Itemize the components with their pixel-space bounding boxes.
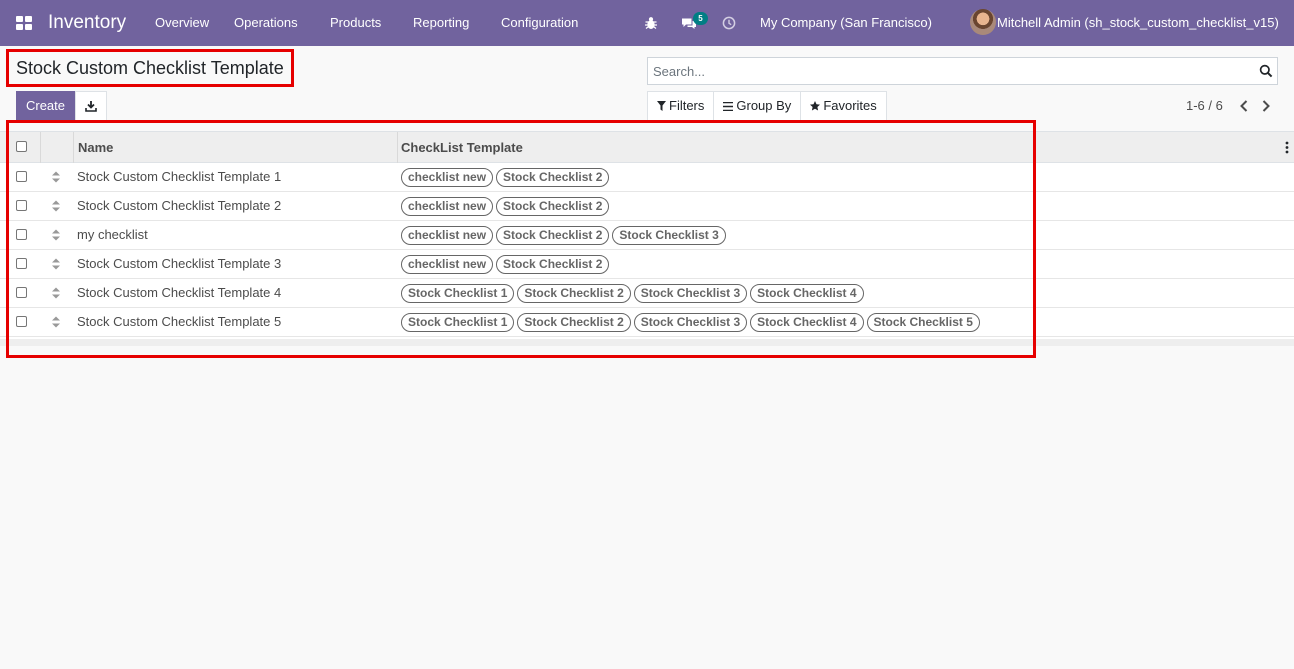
optional-columns-icon[interactable]: [1285, 141, 1289, 154]
star-icon: [810, 101, 821, 111]
favorites-label: Favorites: [823, 98, 877, 113]
export-button[interactable]: [75, 91, 107, 121]
table-highlight-box: [6, 120, 1036, 358]
app-name[interactable]: Inventory: [48, 0, 126, 46]
search-box: [647, 57, 1278, 85]
download-icon: [85, 101, 97, 112]
user-menu[interactable]: Mitchell Admin (sh_stock_custom_checklis…: [997, 0, 1279, 46]
create-button[interactable]: Create: [16, 91, 75, 121]
page-title: Stock Custom Checklist Template: [16, 58, 284, 78]
group-by-button[interactable]: Group By: [713, 92, 800, 120]
top-navbar: Inventory Overview Operations Products R…: [0, 0, 1294, 46]
clock-icon[interactable]: [721, 15, 737, 31]
menu-configuration[interactable]: Configuration: [501, 0, 578, 46]
bug-icon[interactable]: [643, 15, 659, 31]
menu-operations[interactable]: Operations: [234, 0, 298, 46]
chevron-right-icon[interactable]: [1260, 99, 1272, 113]
search-input[interactable]: [653, 58, 1243, 84]
search-icon[interactable]: [1259, 64, 1273, 78]
filter-icon: [657, 101, 666, 111]
menu-reporting[interactable]: Reporting: [413, 0, 469, 46]
filters-label: Filters: [669, 98, 705, 113]
user-avatar[interactable]: [970, 9, 996, 35]
menu-products[interactable]: Products: [330, 0, 381, 46]
messages-count-badge: 5: [693, 12, 708, 25]
company-switcher[interactable]: My Company (San Francisco): [760, 0, 932, 46]
favorites-button[interactable]: Favorites: [800, 92, 885, 120]
menu-overview[interactable]: Overview: [155, 0, 209, 46]
bars-icon: [723, 101, 734, 111]
apps-icon[interactable]: [16, 16, 32, 30]
search-options: Filters Group By Favorites: [647, 91, 887, 121]
pager-value[interactable]: 1-6 / 6: [1186, 98, 1223, 113]
group-by-label: Group By: [736, 98, 792, 113]
filters-button[interactable]: Filters: [648, 92, 713, 120]
chevron-left-icon[interactable]: [1238, 99, 1250, 113]
